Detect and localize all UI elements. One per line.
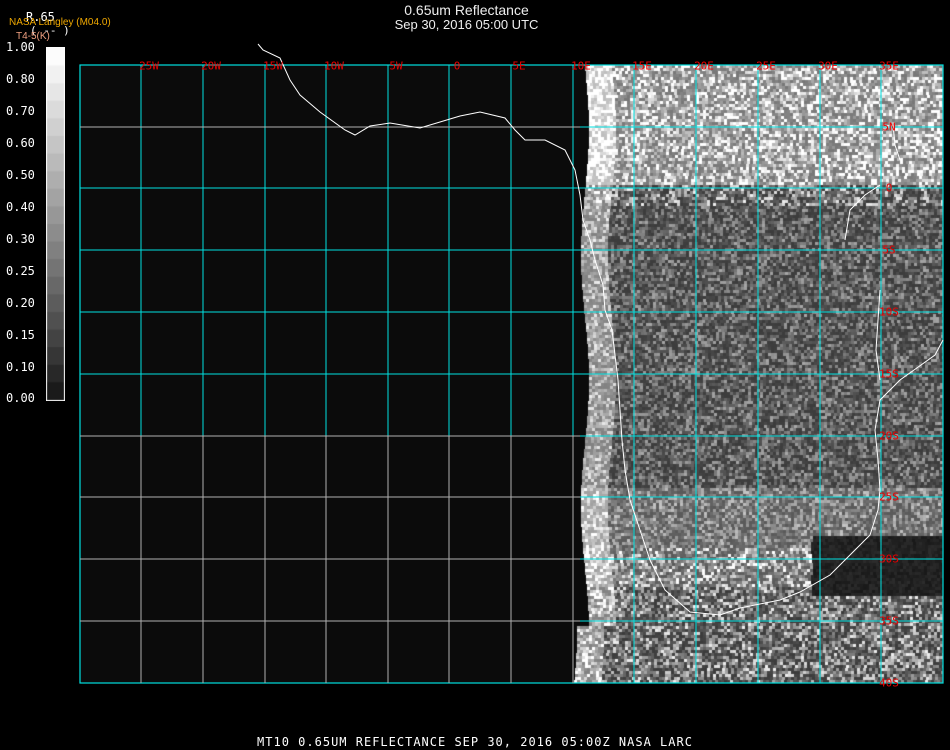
longitude-label: 25W [139,59,159,73]
longitude-label: 10E [571,59,591,73]
latitude-label: 30S [879,552,899,566]
longitude-label: 15E [632,59,652,73]
latitude-label: 40S [879,676,899,690]
lake-coastline [875,289,881,381]
longitude-label: 15W [263,59,283,73]
coastline [257,43,944,616]
latitude-label: 5S [882,243,896,257]
longitude-label: 35E [879,59,899,73]
footer-caption: MT10 0.65UM REFLECTANCE SEP 30, 2016 05:… [257,735,693,749]
longitude-label: 0 [453,59,461,73]
latitude-label: 25S [879,490,899,504]
lat-lon-grid [79,43,944,684]
latitude-label: 15S [879,367,899,381]
latitude-label: 5N [882,120,896,134]
longitude-label: 30E [818,59,838,73]
longitude-label: 20W [201,59,221,73]
longitude-label: 5W [389,59,403,73]
lake-coastline [844,184,881,241]
longitude-label: 5E [512,59,526,73]
latitude-label: 0 [885,181,893,195]
latitude-label: 10S [879,305,899,319]
latitude-label: 20S [879,429,899,443]
latitude-label: 35S [879,614,899,628]
longitude-label: 20E [694,59,714,73]
longitude-label: 10W [324,59,344,73]
longitude-label: 25E [756,59,776,73]
